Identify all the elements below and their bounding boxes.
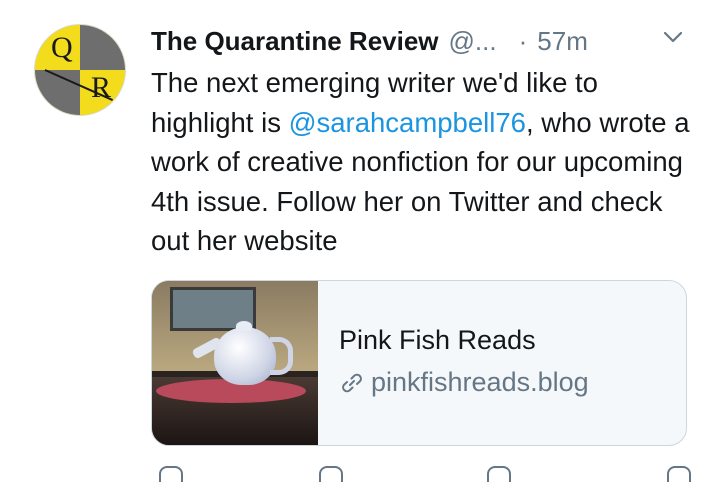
separator-dot: · bbox=[518, 25, 528, 56]
link-preview-card[interactable]: Pink Fish Reads pinkfishreads.blog bbox=[151, 280, 687, 446]
card-url: pinkfishreads.blog bbox=[339, 367, 589, 398]
user-handle[interactable]: @... bbox=[449, 26, 497, 57]
card-thumbnail bbox=[152, 281, 318, 445]
tweet-header: The Quarantine Review @... · 57m bbox=[151, 22, 588, 60]
teapot bbox=[214, 327, 276, 385]
mention-link[interactable]: @sarahcampbell76 bbox=[289, 107, 526, 138]
like-icon[interactable] bbox=[487, 466, 511, 482]
card-title: Pink Fish Reads bbox=[339, 325, 536, 355]
avatar-letter-q: Q bbox=[51, 31, 73, 64]
tweet-text: The next emerging writer we'd like to hi… bbox=[151, 63, 691, 261]
link-icon bbox=[342, 373, 362, 392]
avatar-quadrant bbox=[80, 25, 125, 70]
avatar-letter-r: R bbox=[91, 71, 112, 104]
display-name[interactable]: The Quarantine Review bbox=[151, 26, 439, 57]
tweet-timestamp[interactable]: 57m bbox=[537, 26, 588, 57]
avatar[interactable]: Q R bbox=[34, 24, 126, 116]
tweet-actions bbox=[151, 462, 691, 482]
teapot-handle bbox=[270, 337, 293, 375]
retweet-icon[interactable] bbox=[319, 466, 343, 482]
reply-icon[interactable] bbox=[159, 466, 183, 482]
card-url-text: pinkfishreads.blog bbox=[371, 367, 589, 397]
teapot-lid bbox=[236, 321, 252, 331]
share-icon[interactable] bbox=[667, 466, 691, 482]
chevron-down-icon[interactable] bbox=[662, 26, 684, 48]
